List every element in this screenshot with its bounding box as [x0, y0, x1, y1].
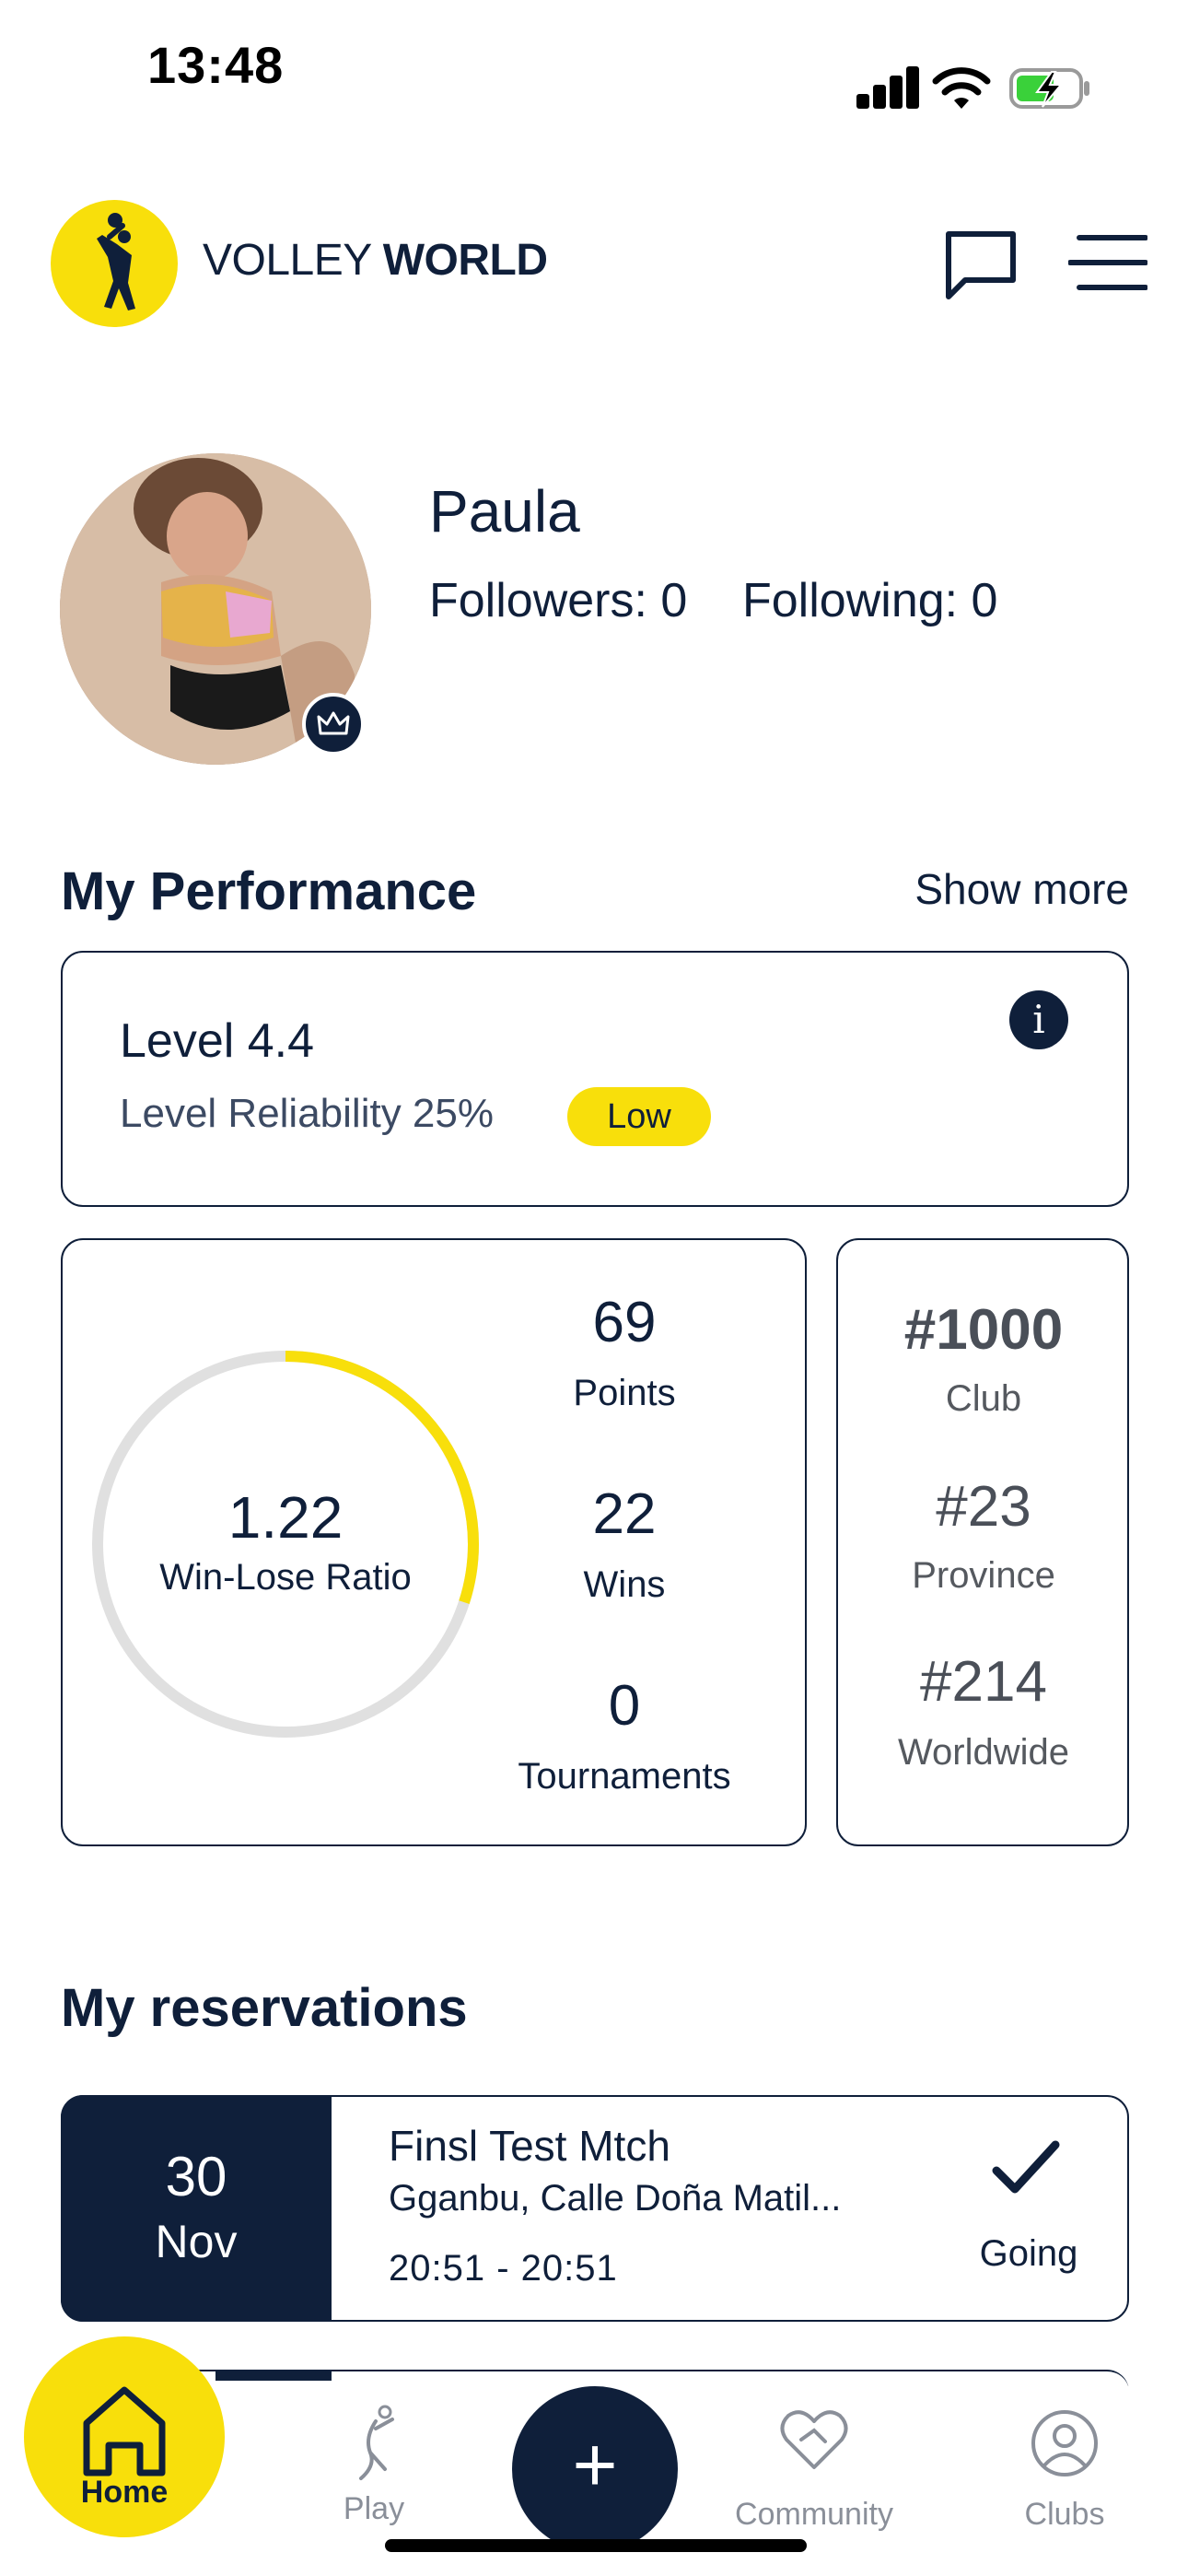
- points-label: Points: [573, 1373, 676, 1413]
- home-indicator: [385, 2539, 807, 2552]
- nav-clubs[interactable]: [1030, 2408, 1100, 2478]
- premium-badge: [302, 693, 365, 755]
- reservation-status[interactable]: Going: [971, 2233, 1087, 2275]
- points-value: 69: [592, 1291, 657, 1354]
- profile-name: Paula: [429, 478, 580, 544]
- wifi-icon: [932, 67, 991, 109]
- show-more-link[interactable]: Show more: [914, 864, 1129, 914]
- crown-icon: [317, 711, 350, 735]
- nav-play[interactable]: [339, 2401, 405, 2489]
- following-count[interactable]: Following: 0: [742, 573, 997, 628]
- win-lose-ratio-value: 1.22: [227, 1484, 344, 1551]
- level-reliability: Level Reliability 25%: [120, 1091, 494, 1136]
- next-reservation-date-block: [215, 2370, 332, 2381]
- wins-value: 22: [592, 1482, 657, 1546]
- tournaments-value: 0: [608, 1674, 641, 1738]
- chat-icon[interactable]: [941, 228, 1020, 302]
- nav-clubs-label: Clubs: [1024, 2497, 1105, 2532]
- battery-charging-icon: [1009, 68, 1089, 109]
- nav-home-label: Home: [80, 2475, 169, 2510]
- signal-icon: [856, 64, 919, 109]
- club-rank-value: #1000: [903, 1298, 1064, 1362]
- win-lose-ratio-label: Win-Lose Ratio: [159, 1557, 412, 1598]
- worldwide-rank-value: #214: [920, 1650, 1047, 1714]
- reservation-month: Nov: [155, 2216, 238, 2267]
- menu-icon[interactable]: [1068, 232, 1147, 293]
- nav-community-label: Community: [735, 2497, 893, 2532]
- reservation-location: Gganbu, Calle Doña Matil...: [389, 2178, 842, 2219]
- reservation-date-block: [61, 2095, 332, 2322]
- brand-name-light: VOLLEY: [203, 236, 383, 285]
- brand-name: VOLLEY WORLD: [203, 235, 548, 286]
- info-icon[interactable]: i: [1009, 990, 1068, 1049]
- community-heart-icon: [780, 2410, 848, 2469]
- performance-section-title: My Performance: [61, 861, 477, 921]
- reservation-title: Finsl Test Mtch: [389, 2122, 670, 2170]
- reliability-badge: Low: [567, 1087, 711, 1146]
- level-card[interactable]: [61, 951, 1129, 1207]
- play-icon: [359, 2405, 394, 2480]
- followers-count[interactable]: Followers: 0: [429, 573, 687, 628]
- reservation-time: 20:51 - 20:51: [389, 2248, 618, 2289]
- reservation-day: 30: [165, 2146, 227, 2207]
- province-rank-label: Province: [912, 1555, 1055, 1596]
- clubs-user-icon: [1031, 2410, 1098, 2476]
- nav-community[interactable]: [777, 2403, 851, 2476]
- club-rank-label: Club: [945, 1378, 1022, 1419]
- tournaments-label: Tournaments: [518, 1756, 731, 1797]
- check-icon: [992, 2140, 1060, 2194]
- logo-figure: [97, 213, 135, 310]
- volleyball-player-logo[interactable]: [51, 200, 178, 327]
- wins-label: Wins: [583, 1564, 666, 1605]
- province-rank-value: #23: [936, 1475, 1031, 1539]
- level-value: Level 4.4: [120, 1014, 315, 1068]
- reservations-section-title: My reservations: [61, 1978, 468, 2038]
- worldwide-rank-label: Worldwide: [898, 1732, 1069, 1773]
- add-button[interactable]: +: [512, 2386, 678, 2552]
- brand-name-bold: WORLD: [382, 236, 548, 285]
- status-time: 13:48: [147, 36, 285, 94]
- nav-play-label: Play: [343, 2491, 405, 2526]
